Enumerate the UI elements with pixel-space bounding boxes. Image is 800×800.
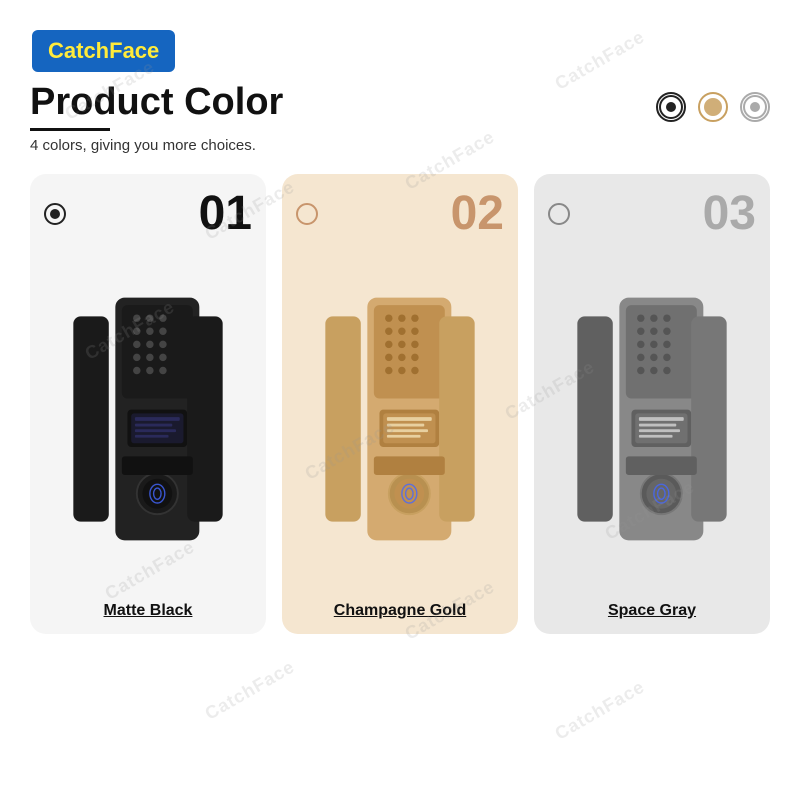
color-selector [656, 92, 770, 122]
section-title: Product Color [30, 82, 283, 124]
color-card-champagne-gold[interactable]: 02 [282, 174, 518, 634]
card-radio-black[interactable] [44, 203, 66, 225]
brand-logo: CatchFace [32, 30, 175, 72]
brand-name: CatchFace [48, 38, 159, 63]
color-cards-container: 01 [30, 174, 770, 634]
color-dot-black[interactable] [656, 92, 686, 122]
section-subtitle: 4 colors, giving you more choices. [30, 137, 283, 154]
lock-image-gold [296, 252, 504, 586]
card-number-gray: 03 [703, 190, 756, 238]
lock-image-gray [548, 252, 756, 586]
brand-name-part1: Catch [48, 38, 109, 63]
card-label-gray: Space Gray [608, 602, 696, 620]
color-dot-gold[interactable] [698, 92, 728, 122]
card-radio-gold[interactable] [296, 203, 318, 225]
brand-name-part2: Face [109, 38, 159, 63]
card-label-gold: Champagne Gold [334, 602, 466, 620]
card-number-black: 01 [199, 190, 252, 238]
color-dot-gray[interactable] [740, 92, 770, 122]
color-card-space-gray[interactable]: 03 [534, 174, 770, 634]
card-number-gold: 02 [451, 190, 504, 238]
card-radio-gray[interactable] [548, 203, 570, 225]
card-label-black: Matte Black [104, 602, 193, 620]
title-divider [30, 128, 110, 131]
lock-image-black [44, 252, 252, 586]
color-card-matte-black[interactable]: 01 [30, 174, 266, 634]
